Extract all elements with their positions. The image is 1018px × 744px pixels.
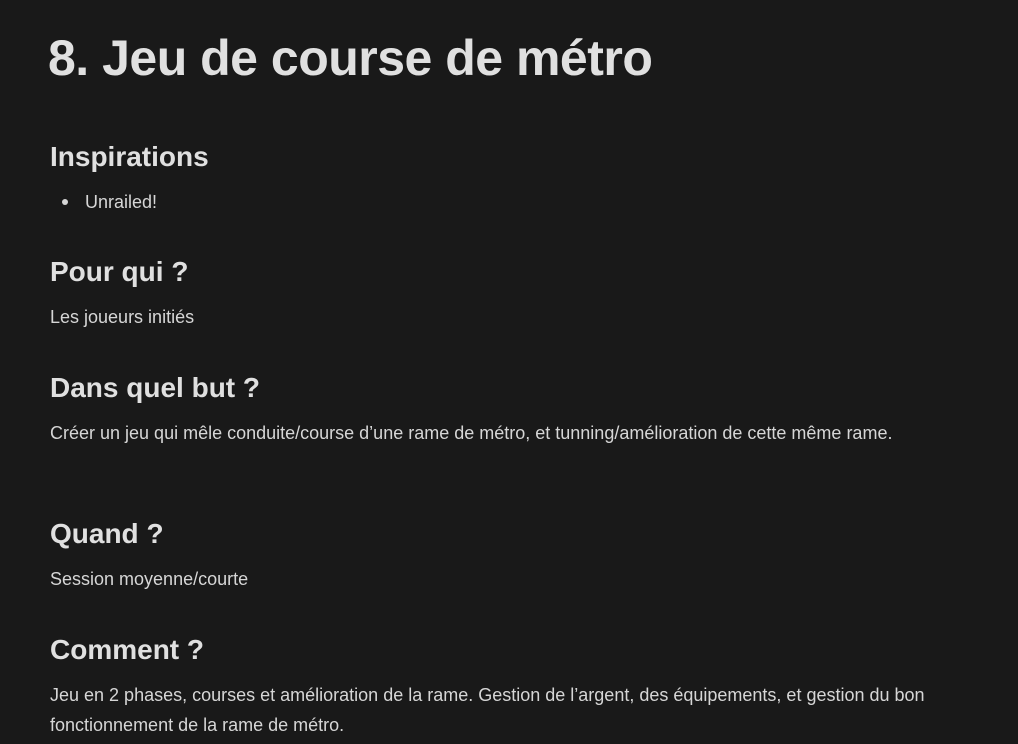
section-heading-pour-qui: Pour qui ?: [50, 256, 189, 287]
section-inspirations: Inspirations Unrailed!: [50, 140, 950, 217]
section-text-quand: Session moyenne/courte: [50, 569, 249, 589]
section-text-comment: Jeu en 2 phases, courses et amélioration…: [50, 685, 925, 735]
section-pour-qui: Pour qui ? Les joueurs initiés: [50, 255, 950, 332]
document-page: 8. Jeu de course de métro Inspirations U…: [0, 0, 1018, 744]
section-heading-inspirations: Inspirations: [50, 141, 209, 172]
bullet-icon: [62, 199, 68, 205]
page-title: 8. Jeu de course de métro: [48, 30, 653, 86]
list-item: Unrailed!: [50, 187, 950, 217]
section-heading-dans-quel-but: Dans quel but ?: [50, 372, 260, 403]
section-dans-quel-but: Dans quel but ? Créer un jeu qui mêle co…: [50, 371, 950, 448]
inspirations-list: Unrailed!: [50, 187, 950, 217]
section-heading-comment: Comment ?: [50, 634, 204, 665]
list-item-text: Unrailed!: [85, 192, 158, 212]
section-quand: Quand ? Session moyenne/courte: [50, 517, 950, 594]
section-text-pour-qui: Les joueurs initiés: [50, 307, 195, 327]
section-comment: Comment ? Jeu en 2 phases, courses et am…: [50, 633, 950, 740]
section-heading-quand: Quand ?: [50, 518, 164, 549]
section-text-dans-quel-but: Créer un jeu qui mêle conduite/course d’…: [50, 423, 893, 443]
